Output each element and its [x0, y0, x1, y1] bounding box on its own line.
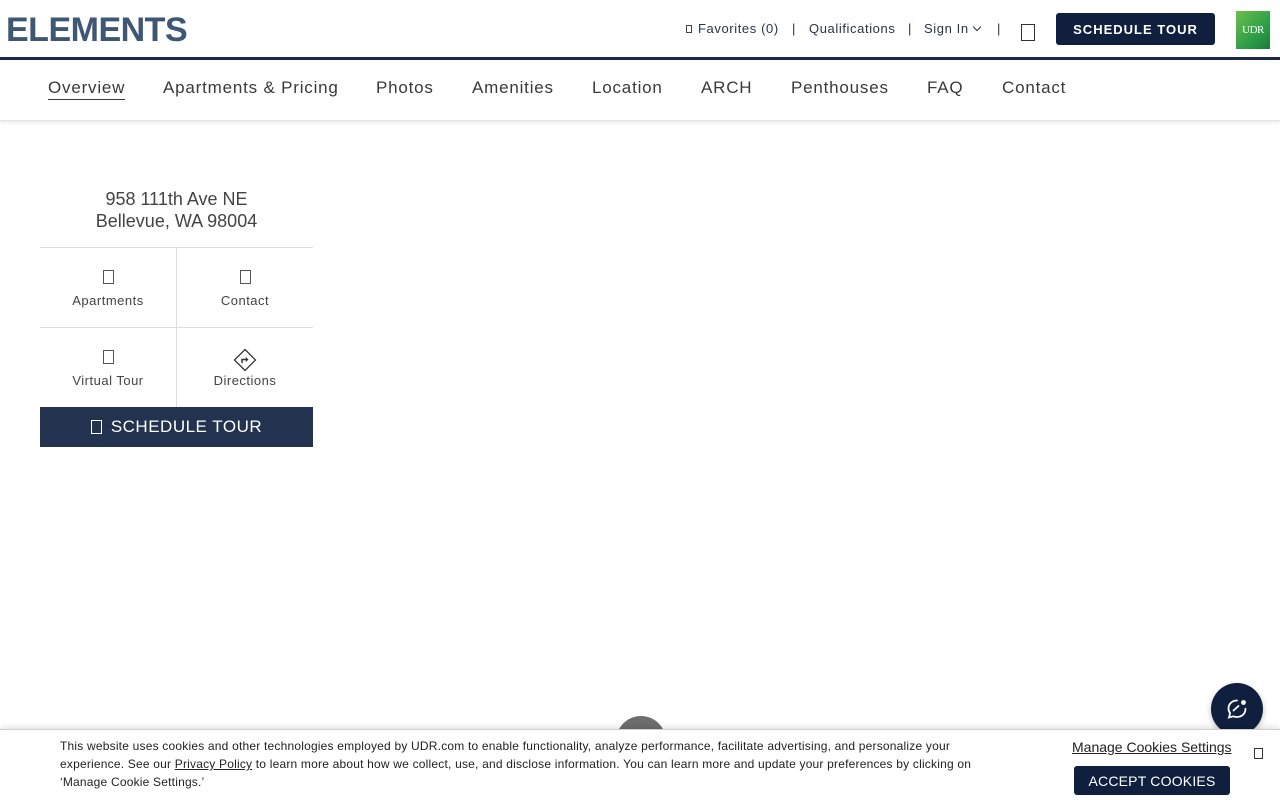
tile-label: Virtual Tour: [72, 373, 144, 388]
site-header: ELEMENTS Favorites (0) | Qualifications …: [0, 0, 1280, 60]
sign-in-dropdown[interactable]: Sign In: [924, 20, 981, 38]
nav-item-apartments-pricing[interactable]: Apartments & Pricing: [163, 78, 339, 98]
apartments-tile[interactable]: Apartments: [40, 248, 177, 328]
nav-item-amenities[interactable]: Amenities: [472, 78, 554, 98]
nav-item-penthouses[interactable]: Penthouses: [791, 78, 889, 98]
tile-label: Contact: [220, 293, 270, 308]
nav-item-location[interactable]: Location: [592, 78, 663, 98]
calendar-icon: [90, 420, 102, 434]
contact-icon: [239, 270, 251, 284]
sidebar-schedule-tour-button[interactable]: SCHEDULE TOUR: [40, 407, 313, 447]
apartments-icon: [102, 270, 114, 284]
cookie-banner: This website uses cookies and other tech…: [0, 729, 1280, 800]
favorites-label: Favorites (0): [698, 21, 779, 36]
header-separator: |: [792, 21, 796, 36]
heart-icon: [686, 25, 692, 33]
address-line-1: 958 111th Ave NE: [105, 189, 248, 209]
chat-button[interactable]: [1211, 683, 1263, 735]
site-logo[interactable]: ELEMENTS: [6, 10, 188, 50]
nav-item-contact[interactable]: Contact: [1002, 78, 1066, 98]
phone-icon[interactable]: [1021, 24, 1035, 41]
nav-item-faq[interactable]: FAQ: [927, 78, 963, 98]
favorites-link[interactable]: Favorites (0): [686, 20, 779, 38]
tile-label: Directions: [213, 373, 277, 388]
directions-icon: [233, 348, 257, 372]
main-nav: Overview Apartments & Pricing Photos Ame…: [0, 63, 1280, 121]
chevron-down-icon: [972, 22, 981, 32]
virtual-tour-icon: [102, 350, 114, 364]
udr-logo[interactable]: UDR: [1236, 11, 1270, 49]
nav-item-photos[interactable]: Photos: [376, 78, 434, 98]
header-separator: |: [997, 21, 1001, 36]
contact-tile[interactable]: Contact: [177, 248, 313, 328]
accept-cookies-button[interactable]: ACCEPT COOKIES: [1074, 766, 1230, 795]
directions-tile[interactable]: Directions: [177, 328, 313, 408]
virtual-tour-tile[interactable]: Virtual Tour: [40, 328, 177, 408]
nav-item-arch[interactable]: ARCH: [701, 78, 752, 98]
sign-in-label: Sign In: [924, 21, 969, 36]
tile-label: Apartments: [72, 293, 144, 308]
quick-links-grid: Apartments Contact Virtual Tour Directio…: [40, 247, 313, 408]
chat-icon: [1227, 699, 1247, 719]
qualifications-link[interactable]: Qualifications: [809, 20, 895, 38]
schedule-tour-button[interactable]: SCHEDULE TOUR: [1056, 13, 1215, 45]
property-address: 958 111th Ave NE Bellevue, WA 98004: [40, 188, 313, 232]
address-line-2: Bellevue, WA 98004: [95, 211, 258, 231]
privacy-policy-link[interactable]: Privacy Policy: [175, 757, 252, 771]
cookie-message: This website uses cookies and other tech…: [60, 737, 1005, 791]
nav-item-overview[interactable]: Overview: [48, 78, 126, 100]
schedule-tour-label: SCHEDULE TOUR: [110, 417, 263, 436]
manage-cookies-link[interactable]: Manage Cookies Settings: [1072, 739, 1232, 755]
close-icon[interactable]: [1254, 748, 1263, 759]
header-separator: |: [908, 21, 912, 36]
